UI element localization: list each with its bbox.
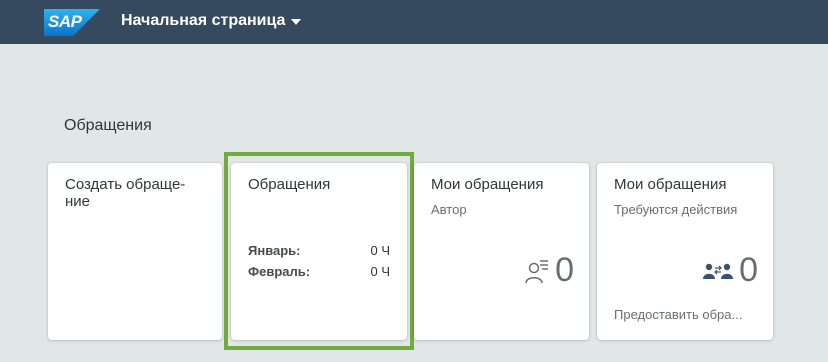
kpi: 0 [525, 251, 574, 290]
tile-subtitle: Требуются действия [614, 202, 738, 217]
tile-cases-summary[interactable]: Обращения Январь: 0 Ч Февраль: 0 Ч [231, 163, 407, 340]
stat-row-january: Январь: 0 Ч [248, 243, 390, 258]
sap-logo[interactable]: SAP [44, 9, 100, 36]
stat-label: Февраль: [248, 264, 311, 279]
tile-my-cases-author[interactable]: Мои обращения Автор 0 [414, 163, 589, 340]
tile-my-cases-action[interactable]: Мои обращения Требуются действия 0 Предо… [597, 163, 773, 340]
kpi: 0 [703, 251, 758, 290]
app-title-menu[interactable]: Начальная страница [121, 12, 302, 30]
stat-value: 0 Ч [370, 243, 390, 258]
stat-row-february: Февраль: 0 Ч [248, 264, 390, 279]
logo-text: SAP [48, 12, 82, 31]
tile-title: Создать обраще- ние [65, 176, 186, 210]
tile-title: Мои обращения [614, 176, 727, 193]
stat-label: Январь: [248, 243, 301, 258]
caret-down-icon [291, 19, 302, 25]
stat-value: 0 Ч [370, 264, 390, 279]
group-title: Обращения [64, 117, 152, 134]
user-list-icon [525, 259, 549, 283]
kpi-value: 0 [555, 251, 574, 289]
tile-title: Мои обращения [431, 176, 544, 193]
tile-create-case[interactable]: Создать обраще- ние [48, 163, 222, 340]
tile-title: Обращения [248, 176, 331, 193]
tile-subtitle: Автор [431, 202, 467, 217]
user-exchange-icon [703, 263, 734, 279]
app-title: Начальная страница [121, 12, 286, 29]
kpi-value: 0 [739, 251, 758, 289]
tile-footer: Предоставить обра... [614, 307, 743, 322]
shell-bar: SAP Начальная страница [0, 0, 828, 44]
